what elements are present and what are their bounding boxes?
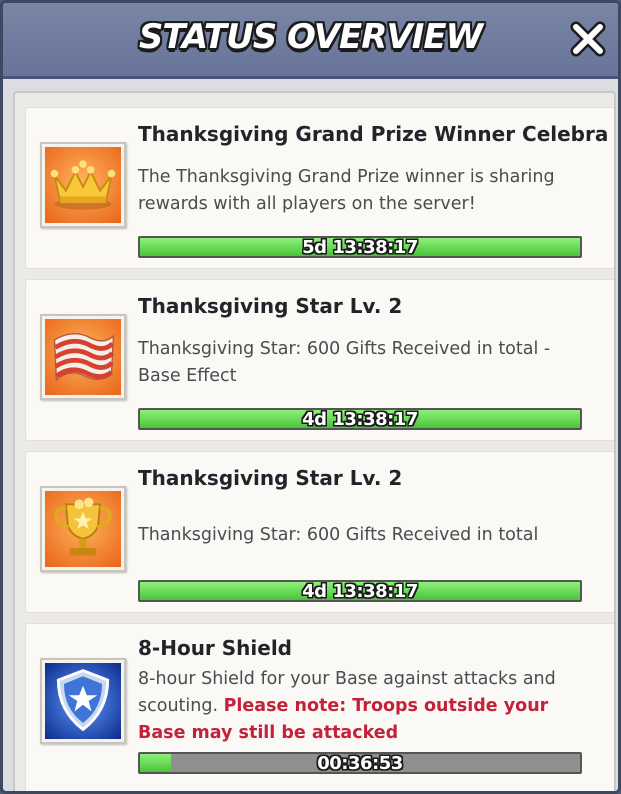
effect-title: 8-Hour Shield [138,636,292,660]
effect-timer: 4d 13:38:17 [302,581,418,602]
effect-timer-bar: 4d 13:38:17 [138,580,582,602]
status-overview-window: STATUS OVERVIEW Thanksgiving Grand Prize… [0,0,621,794]
gold-trophy-icon [54,497,112,556]
effect-timer-bar: 5d 13:38:17 [138,236,582,258]
effect-icon-frame [40,486,126,572]
effect-description: The Thanksgiving Grand Prize winner is s… [138,167,555,214]
effect-description: Thanksgiving Star: 600 Gifts Received in… [138,525,539,545]
effect-card: 8-Hour Shield 8-hour Shield for your Bas… [25,623,614,791]
window-title: STATUS OVERVIEW [138,17,483,57]
effect-icon-frame [40,142,126,228]
effect-timer-bar: 00:36:53 [138,752,582,774]
effect-icon-frame [40,658,126,744]
close-x-icon [570,21,606,57]
effect-card: Thanksgiving Star Lv. 2 Thanksgiving Sta… [25,279,614,441]
effect-title: Thanksgiving Grand Prize Winner Celebra [138,122,609,146]
effect-title: Thanksgiving Star Lv. 2 [138,294,403,318]
effect-card: Thanksgiving Star Lv. 2 Thanksgiving Sta… [25,451,614,613]
close-button[interactable] [568,19,608,59]
effect-description: Thanksgiving Star: 600 Gifts Received in… [138,339,551,386]
window-header: STATUS OVERVIEW [3,3,618,79]
effect-title: Thanksgiving Star Lv. 2 [138,466,403,490]
star-shield-icon [56,669,110,732]
golden-crown-icon [50,160,116,210]
effect-timer: 00:36:53 [317,753,403,774]
striped-flag-icon [53,333,115,382]
effect-timer-bar: 4d 13:38:17 [138,408,582,430]
effects-list[interactable]: Thanksgiving Grand Prize Winner Celebra … [13,91,616,791]
effect-timer: 4d 13:38:17 [302,409,418,430]
effect-description: 8-hour Shield for your Base against atta… [138,666,598,747]
effect-timer: 5d 13:38:17 [302,237,418,258]
effect-icon-frame [40,314,126,400]
effect-card: Thanksgiving Grand Prize Winner Celebra … [25,107,614,269]
